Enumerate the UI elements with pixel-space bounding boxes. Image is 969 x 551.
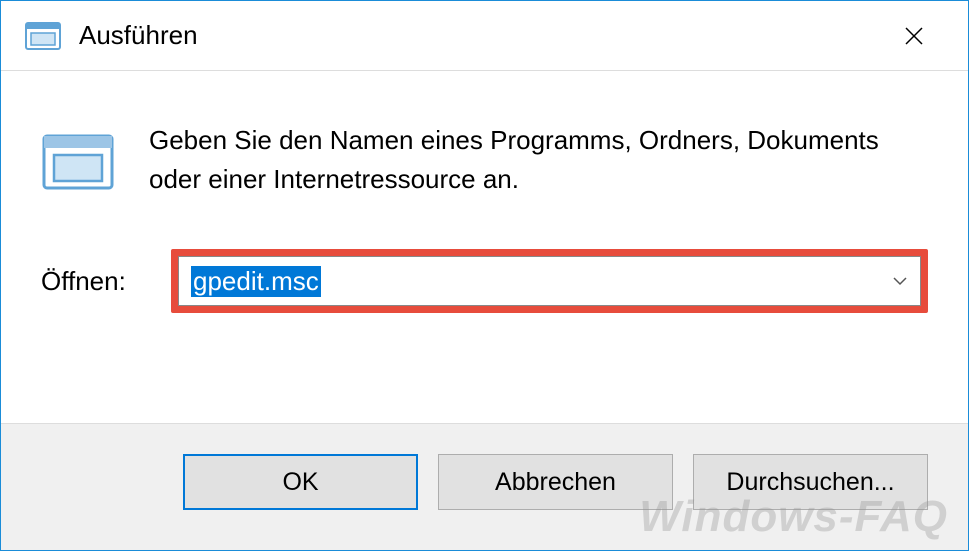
command-input[interactable]: gpedit.msc: [179, 257, 880, 305]
close-button[interactable]: [884, 6, 944, 66]
titlebar: Ausführen: [1, 1, 968, 71]
info-row: Geben Sie den Namen eines Programms, Ord…: [41, 121, 928, 199]
description-text: Geben Sie den Namen eines Programms, Ord…: [149, 121, 928, 199]
ok-button[interactable]: OK: [183, 454, 418, 510]
browse-button[interactable]: Durchsuchen...: [693, 454, 928, 510]
highlight-box: gpedit.msc: [171, 249, 928, 313]
run-icon-large: [41, 125, 115, 199]
chevron-down-icon[interactable]: [880, 257, 920, 305]
dialog-content: Geben Sie den Namen eines Programms, Ord…: [1, 71, 968, 333]
window-title: Ausführen: [79, 20, 884, 51]
command-input-value: gpedit.msc: [191, 266, 321, 297]
open-label: Öffnen:: [41, 266, 151, 297]
open-row: Öffnen: gpedit.msc: [41, 249, 928, 313]
dialog-footer: OK Abbrechen Durchsuchen...: [1, 423, 968, 550]
run-icon: [25, 18, 61, 54]
cancel-button[interactable]: Abbrechen: [438, 454, 673, 510]
command-combobox[interactable]: gpedit.msc: [178, 256, 921, 306]
